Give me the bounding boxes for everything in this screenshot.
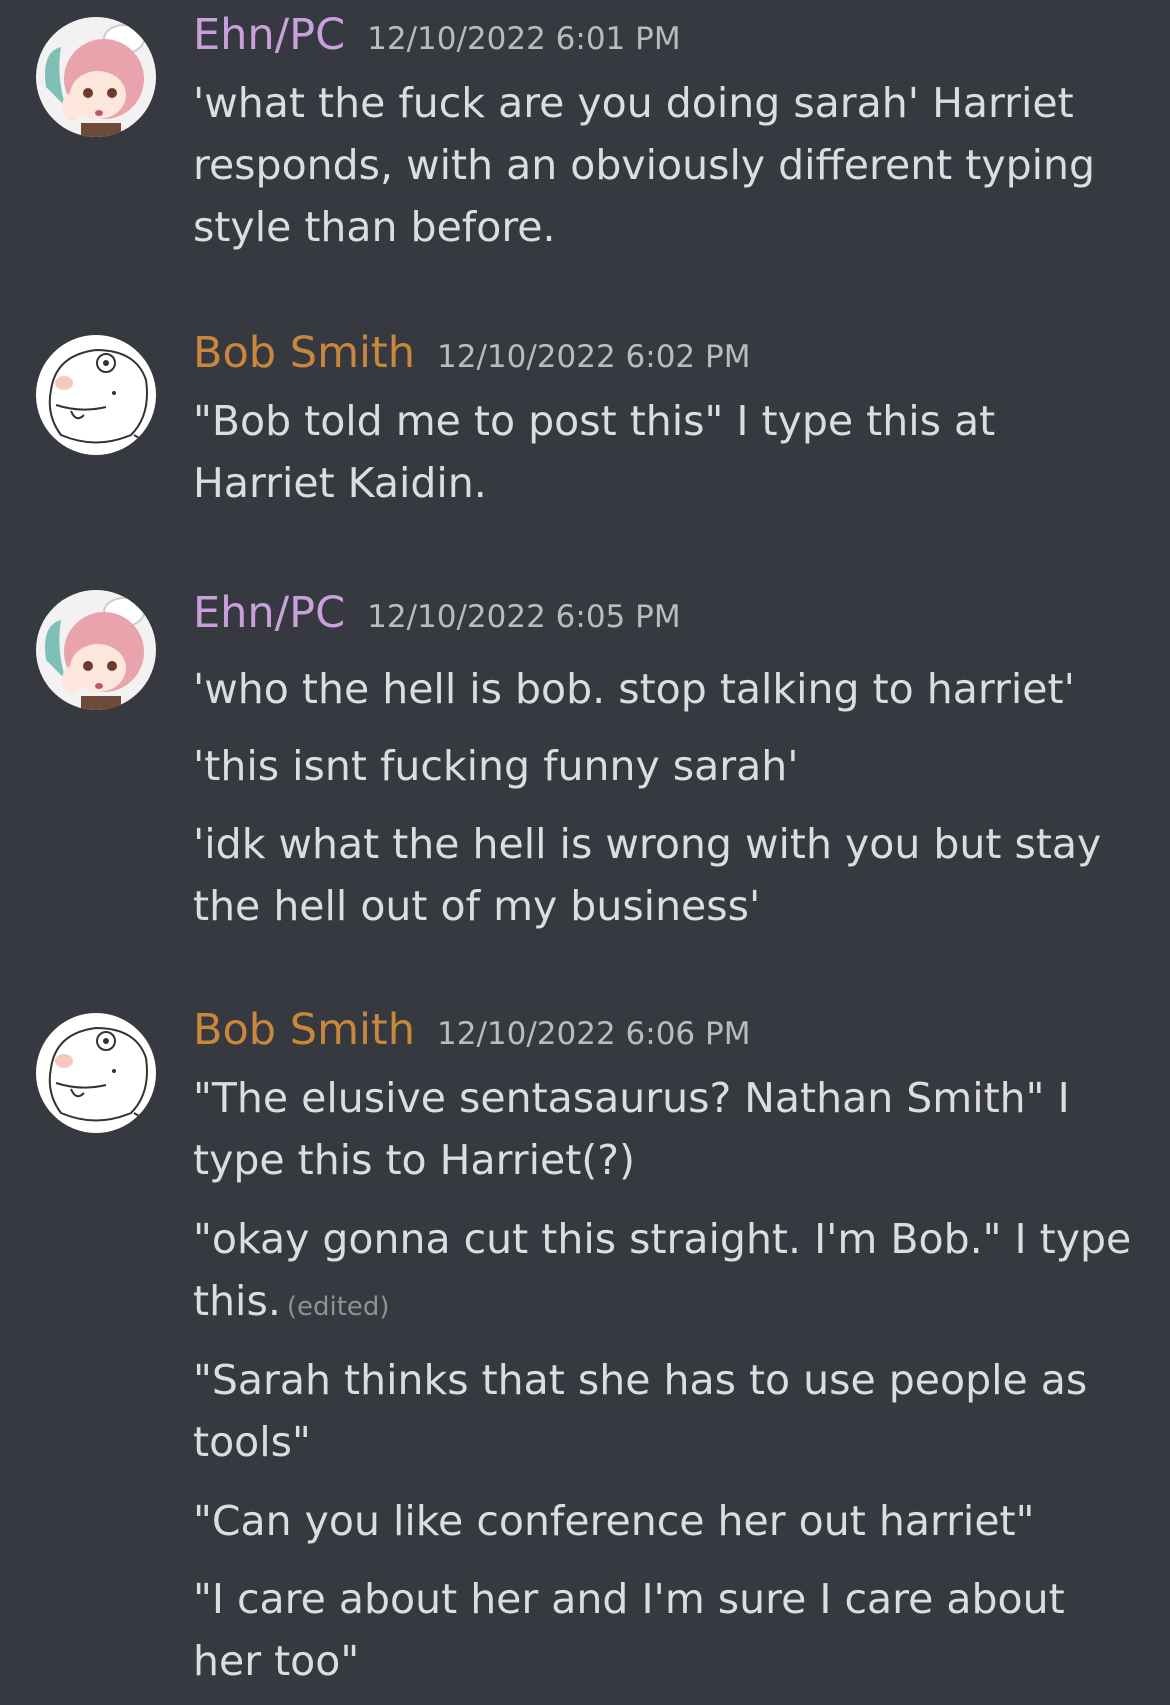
message-header: Bob Smith 12/10/2022 6:02 PM bbox=[193, 328, 750, 378]
username[interactable]: Ehn/PC bbox=[193, 588, 345, 638]
timestamp: 12/10/2022 6:06 PM bbox=[437, 1016, 751, 1052]
message-text: "Can you like conference her out harriet… bbox=[193, 1497, 1035, 1545]
message-text: 'who the hell is bob. stop talking to ha… bbox=[193, 665, 1075, 713]
timestamp: 12/10/2022 6:05 PM bbox=[367, 599, 681, 635]
message-text: 'this isnt fucking funny sarah' bbox=[193, 742, 799, 790]
anime-girl-avatar-icon bbox=[36, 17, 156, 137]
username[interactable]: Bob Smith bbox=[193, 1005, 415, 1055]
user-avatar-bob[interactable] bbox=[36, 335, 156, 455]
message-text: "The elusive sentasaurus? Nathan Smith" … bbox=[193, 1074, 1070, 1184]
message-text: 'what the fuck are you doing sarah' Harr… bbox=[193, 79, 1096, 251]
message-text: "Bob told me to post this" I type this a… bbox=[193, 397, 996, 507]
message-text: "I care about her and I'm sure I care ab… bbox=[193, 1575, 1065, 1685]
doodle-face-avatar-icon bbox=[36, 1013, 156, 1133]
message-header: Bob Smith 12/10/2022 6:06 PM bbox=[193, 1005, 750, 1055]
username[interactable]: Bob Smith bbox=[193, 328, 415, 378]
timestamp: 12/10/2022 6:01 PM bbox=[367, 21, 681, 57]
timestamp: 12/10/2022 6:02 PM bbox=[437, 339, 751, 375]
edited-label: (edited) bbox=[286, 1292, 390, 1322]
message-header: Ehn/PC 12/10/2022 6:05 PM bbox=[193, 588, 681, 638]
message-header: Ehn/PC 12/10/2022 6:01 PM bbox=[193, 10, 681, 60]
message-text: "okay gonna cut this straight. I'm Bob."… bbox=[193, 1208, 1138, 1338]
username[interactable]: Ehn/PC bbox=[193, 10, 345, 60]
user-avatar-ehn[interactable] bbox=[36, 590, 156, 710]
user-avatar-bob[interactable] bbox=[36, 1013, 156, 1133]
message-text: 'idk what the hell is wrong with you but… bbox=[193, 820, 1102, 930]
doodle-face-avatar-icon bbox=[36, 335, 156, 455]
user-avatar-ehn[interactable] bbox=[36, 17, 156, 137]
anime-girl-avatar-icon bbox=[36, 590, 156, 710]
message-text: "Sarah thinks that she has to use people… bbox=[193, 1356, 1088, 1466]
